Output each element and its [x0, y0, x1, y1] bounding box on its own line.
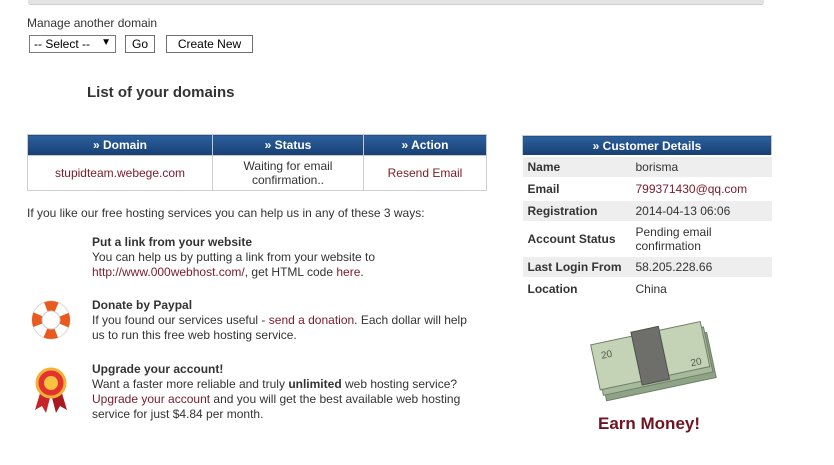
last-login-value: 58.205.228.66	[630, 255, 772, 278]
earn-money-link[interactable]: Earn Money!	[598, 414, 700, 434]
upgrade-text-1: Want a faster more reliable and truly	[92, 377, 289, 391]
unlimited-text: unlimited	[288, 377, 342, 391]
name-label: Name	[522, 155, 631, 178]
location-value: China	[630, 277, 772, 299]
link-text-2: , get HTML code	[244, 265, 337, 279]
lifebuoy-icon	[29, 298, 73, 342]
resend-email-link[interactable]: Resend Email	[388, 166, 463, 180]
customer-details-header: » Customer Details	[522, 135, 772, 157]
last-login-label: Last Login From	[522, 255, 631, 278]
money-stack-icon[interactable]: 20 20	[585, 304, 723, 404]
email-label: Email	[522, 177, 631, 200]
donate-description: If you found our services useful - send …	[92, 313, 472, 343]
table-row: Name borisma	[522, 155, 772, 178]
award-ribbon-icon	[29, 366, 73, 414]
go-button[interactable]: Go	[125, 35, 155, 53]
dropdown-arrow-icon: ▼	[101, 37, 111, 48]
status-column-header: » Status	[212, 134, 364, 156]
top-bar	[28, 0, 764, 5]
table-row: Last Login From 58.205.228.66	[522, 255, 772, 278]
domain-select[interactable]: -- Select -- ▼	[29, 35, 116, 53]
send-donation-link[interactable]: send a donation	[269, 313, 354, 327]
registration-label: Registration	[522, 199, 631, 222]
domain-link[interactable]: stupidteam.webege.com	[55, 166, 185, 180]
customer-details-table: » Customer Details Name borisma Email 79…	[522, 135, 772, 299]
action-column-header: » Action	[363, 134, 487, 156]
domain-column-header: » Domain	[27, 134, 213, 156]
link-description: You can help us by putting a link from y…	[92, 250, 472, 280]
table-row: Registration 2014-04-13 06:06	[522, 199, 772, 222]
upgrade-section: Upgrade your account! Want a faster more…	[92, 362, 472, 422]
domain-select-value: -- Select --	[34, 37, 91, 51]
table-row: Email 799371430@qq.com	[522, 177, 772, 200]
link-title: Put a link from your website	[92, 235, 253, 249]
location-label: Location	[522, 277, 631, 299]
upgrade-account-link[interactable]: Upgrade your account	[92, 392, 210, 406]
table-row: Location China	[522, 277, 772, 299]
webhost-link[interactable]: http://www.000webhost.com/	[92, 265, 245, 279]
account-status-value: Pending email confirmation	[630, 221, 772, 256]
domains-table: » Domain » Status » Action stupidteam.we…	[27, 134, 487, 191]
here-link[interactable]: here	[336, 265, 360, 279]
table-row: stupidteam.webege.com Waiting for email …	[27, 155, 487, 191]
link-text: You can help us by putting a link from y…	[92, 250, 376, 264]
email-link[interactable]: 799371430@qq.com	[636, 182, 748, 196]
account-status-label: Account Status	[522, 221, 631, 256]
help-intro: If you like our free hosting services yo…	[27, 206, 425, 220]
upgrade-text-2: web hosting service?	[341, 377, 458, 391]
domain-status: Waiting for email confirmation..	[212, 155, 364, 191]
upgrade-description: Want a faster more reliable and truly un…	[92, 377, 472, 422]
upgrade-title: Upgrade your account!	[92, 362, 224, 376]
domains-list-title: List of your domains	[87, 84, 235, 101]
donate-title: Donate by Paypal	[92, 298, 193, 312]
registration-value: 2014-04-13 06:06	[630, 199, 772, 222]
table-row: Account Status Pending email confirmatio…	[522, 221, 772, 256]
create-new-button[interactable]: Create New	[166, 35, 253, 53]
link-section: Put a link from your website You can hel…	[92, 235, 472, 280]
name-value: borisma	[630, 155, 772, 178]
link-text-3: .	[360, 265, 364, 279]
donate-text-1: If you found our services useful -	[92, 313, 269, 327]
donate-section: Donate by Paypal If you found our servic…	[92, 298, 472, 343]
manage-domain-label: Manage another domain	[27, 16, 158, 30]
